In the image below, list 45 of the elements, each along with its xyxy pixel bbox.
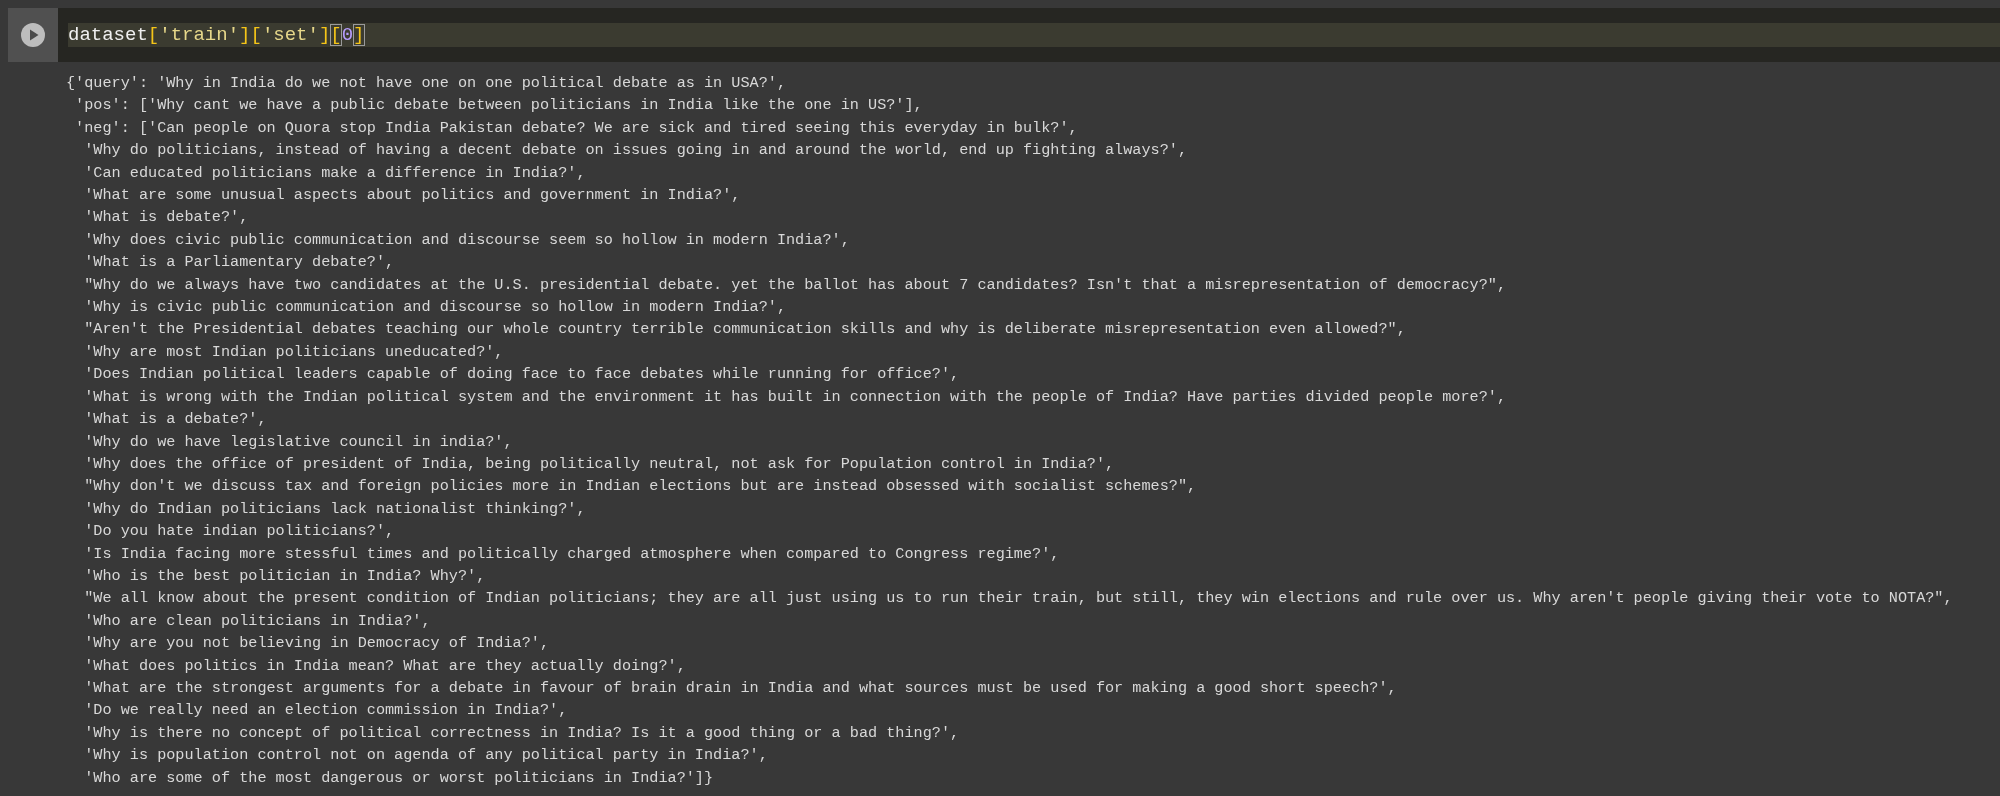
output-line: 'Why is civic public communication and discourse so hollow in modern India?', [83, 297, 786, 319]
output-line: 'Who are some of the most dangerous or worst politicians in India?']} [83, 767, 714, 789]
output-line: 'Do we really need an election commission in India?', [83, 700, 568, 722]
output-line: 'Why does the office of president of India, being politically neutral, not ask for Population control in India?', [83, 453, 1115, 475]
output-line: 'pos': ['Why cant we have a public debate between politicians in India like the one in US?'], [74, 95, 923, 117]
output-line: 'Does Indian political leaders capable of doing face to face debates while running for office?', [83, 364, 960, 386]
output-line: 'Why do we have legislative council in india?', [83, 431, 513, 453]
output-line: "Why do we always have two candidates at the U.S. presidential debate. yet the ballot has about 7 candidates? Isn't that a misrepresentation of democracy?", [83, 274, 1506, 296]
output-line: 'Who are clean politicians in India?', [83, 610, 431, 632]
output-line: 'Why are you not believing in Democracy of India?', [83, 633, 550, 655]
bracket: ] [239, 24, 251, 46]
bracket: [ [330, 24, 342, 46]
play-icon [20, 22, 46, 48]
bracket: ] [353, 24, 365, 46]
output-line: 'What is a Parliamentary debate?', [83, 252, 395, 274]
number-literal: 0 [341, 24, 354, 46]
output-line: 'What does politics in India mean? What are they actually doing?', [83, 655, 686, 677]
output-line: 'Is India facing more stessful times and politically charged atmosphere when compared to Congress regime?', [83, 543, 1060, 565]
string-literal: 'set' [261, 24, 319, 46]
output-line: "Aren't the Presidential debates teaching our whole country terrible communication skills and why is deliberate misrepresentation even allowed?", [83, 319, 1406, 341]
output-line: 'What is a debate?', [83, 409, 267, 431]
output-line: 'Do you hate indian politicians?', [83, 521, 395, 543]
output-line: 'Why do politicians, instead of having a decent debate on issues going in and around the world, end up fighting always?', [83, 140, 1188, 162]
output-line: 'neg': ['Can people on Quora stop India Pakistan debate? We are sick and tired seeing this everyday in bulk?', [74, 117, 1078, 139]
bracket: [ [147, 24, 160, 46]
output-line: 'Who is the best politician in India? Why?', [83, 565, 486, 587]
output-line: 'Can educated politicians make a difference in India?', [83, 162, 586, 184]
bracket: [ [250, 24, 262, 46]
output-line: "Why don't we discuss tax and foreign policies more in Indian elections but are instead obsessed with socialist schemes?", [83, 476, 1197, 498]
string-literal: 'train' [159, 24, 240, 46]
variable-name: dataset [68, 24, 148, 46]
output-line: 'Why is population control not on agenda of any political party in India?', [83, 745, 768, 767]
output-line: "We all know about the present condition of Indian politicians; they are all just using us to run their train, but still, they win elections and rule over us. Why aren't people giving their vote to NOTA?", [83, 588, 1953, 610]
output-line: 'Why are most Indian politicians uneducated?', [83, 341, 504, 363]
output-line: 'Why does civic public communication and discourse seem so hollow in modern India?', [83, 229, 850, 251]
run-cell-button[interactable] [8, 8, 58, 62]
output-line: 'Why do Indian politicians lack nationalist thinking?', [83, 498, 586, 520]
output-line: 'What are some unusual aspects about politics and government in India?', [83, 185, 741, 207]
bracket: ] [318, 24, 331, 46]
output-line: 'What are the strongest arguments for a debate in favour of brain drain in India and what sources must be used for making a good short speech?', [83, 677, 1397, 699]
output-line: 'What is wrong with the Indian political system and the environment it has built in connection with the people of India? Have parties divided people more?', [83, 386, 1506, 408]
output-line: {'query': 'Why in India do we not have one on one political debate as in USA?', [66, 73, 786, 94]
output-line: 'Why is there no concept of political correctness in India? Is it a good thing or a bad thing?', [83, 722, 960, 744]
code-editor[interactable]: dataset['train']['set'][0] [58, 8, 2000, 62]
output-line: 'What is debate?', [83, 207, 249, 229]
